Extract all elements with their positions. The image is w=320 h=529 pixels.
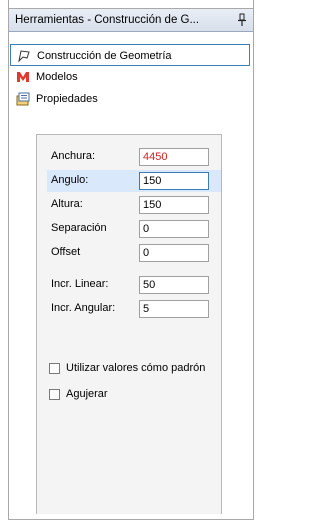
utilizar-valores-label: Utilizar valores cómo padrón xyxy=(66,362,206,374)
panel-titlebar: Herramientas - Construcción de G... xyxy=(8,8,254,32)
angulo-label: Angulo: xyxy=(51,174,89,186)
pin-icon[interactable] xyxy=(237,13,247,27)
geometry-icon xyxy=(18,50,30,63)
offset-field[interactable] xyxy=(139,244,209,262)
offset-label: Offset xyxy=(51,246,81,258)
altura-label: Altura: xyxy=(51,198,83,210)
incr-angular-field[interactable] xyxy=(139,300,209,318)
checkbox-box[interactable] xyxy=(49,363,60,374)
agujerar-label: Agujerar xyxy=(66,388,108,400)
section-label: Modelos xyxy=(36,71,78,83)
panel-title: Herramientas - Construcción de G... xyxy=(15,14,200,26)
section-label: Propiedades xyxy=(36,93,98,105)
separacion-row: Separación xyxy=(47,218,221,240)
incr-angular-row: Incr. Angular: xyxy=(47,298,221,320)
incr-angular-label: Incr. Angular: xyxy=(51,302,116,314)
incr-linear-label: Incr. Linear: xyxy=(51,278,109,290)
incr-linear-field[interactable] xyxy=(139,276,209,294)
section-list: Construcción de Geometría Modelos Propie… xyxy=(10,44,250,110)
incr-linear-row: Incr. Linear: xyxy=(47,274,221,296)
models-icon xyxy=(17,72,29,82)
section-label: Construcción de Geometría xyxy=(37,50,172,62)
checkbox-box[interactable] xyxy=(49,389,60,400)
altura-row: Altura: xyxy=(47,194,221,216)
section-propiedades[interactable]: Propiedades xyxy=(10,88,250,110)
altura-field[interactable] xyxy=(139,196,209,214)
section-modelos[interactable]: Modelos xyxy=(10,66,250,88)
angulo-row: Angulo: xyxy=(47,170,221,192)
properties-icon xyxy=(16,92,30,106)
angulo-field[interactable] xyxy=(139,172,209,190)
section-construccion[interactable]: Construcción de Geometría xyxy=(10,44,250,66)
separacion-label: Separación xyxy=(51,222,107,234)
anchura-label: Anchura: xyxy=(51,150,96,162)
separacion-field[interactable] xyxy=(139,220,209,238)
anchura-row: Anchura: xyxy=(47,146,221,168)
offset-row: Offset xyxy=(47,242,221,264)
anchura-field[interactable] xyxy=(139,148,209,166)
